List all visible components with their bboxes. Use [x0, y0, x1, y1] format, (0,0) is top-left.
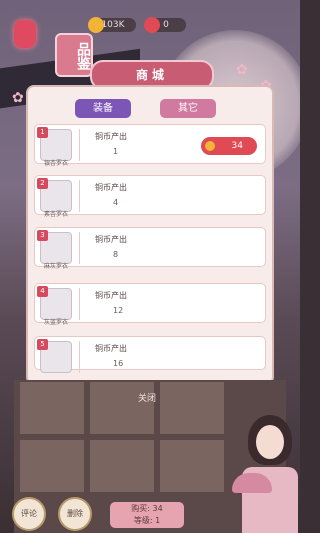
info-line: 等级: 1 — [133, 516, 161, 525]
item-badge: 5 — [37, 339, 48, 350]
grid-slot[interactable] — [160, 440, 224, 492]
fan-icon — [232, 473, 272, 493]
item-label: 铜币产出 — [95, 344, 127, 353]
grid-slot[interactable] — [90, 440, 154, 492]
item-name: 麻灰罗衣 — [43, 263, 68, 270]
item-value: 8 — [113, 250, 119, 259]
item-name: 素杏罗衣 — [43, 211, 68, 218]
grid-slot[interactable] — [90, 382, 154, 434]
item-badge: 2 — [37, 178, 48, 189]
item-value: 1 — [113, 147, 119, 156]
item-divider — [79, 129, 80, 161]
list-item[interactable]: 4 灰蓝罗衣 铜币产出 12 — [34, 283, 266, 326]
item-badge: 3 — [37, 230, 48, 241]
grid-slot[interactable] — [20, 382, 84, 434]
item-divider — [79, 341, 80, 373]
tab-equipment[interactable]: 装备 — [75, 99, 131, 118]
lantern-icon — [14, 20, 36, 48]
tab-other[interactable]: 其它 — [160, 99, 216, 118]
item-label: 铜币产出 — [95, 235, 127, 244]
item-name: 银杏罗衣 — [43, 160, 68, 167]
coin-counter: 103K — [88, 17, 136, 33]
grid-slot[interactable] — [160, 382, 224, 434]
grid-slot[interactable] — [20, 440, 84, 492]
comment-button[interactable]: 评论 — [12, 497, 46, 531]
coin-icon — [88, 17, 104, 33]
item-value: 12 — [113, 306, 124, 315]
heart-counter: 0 — [144, 17, 186, 33]
heart-icon — [144, 17, 160, 33]
list-item[interactable]: 2 素杏罗衣 铜币产出 4 — [34, 175, 266, 218]
game-scene: 103K 0 品鉴 ✿ ✿ ✿ 商城 装备 其它 1 银杏罗衣 铜币产出 1 3… — [0, 0, 300, 533]
item-value: 4 — [113, 198, 119, 207]
info-bar: 购买: 34 等级: 1 — [110, 502, 184, 528]
list-item[interactable]: 1 银杏罗衣 铜币产出 1 34 — [34, 124, 266, 167]
item-divider — [79, 232, 80, 264]
seal-badge[interactable]: 品鉴 — [55, 33, 93, 77]
item-label: 铜币产出 — [95, 291, 127, 300]
item-badge: 4 — [37, 286, 48, 297]
item-badge: 1 — [37, 127, 48, 138]
item-divider — [79, 288, 80, 320]
delete-button[interactable]: 删除 — [58, 497, 92, 531]
list-item[interactable]: 5 铜币产出 16 — [34, 336, 266, 373]
list-item[interactable]: 3 麻灰罗衣 铜币产出 8 — [34, 227, 266, 270]
item-label: 铜币产出 — [95, 132, 127, 141]
character-portrait — [232, 415, 300, 533]
item-divider — [79, 180, 80, 212]
blossom-icon: ✿ — [12, 90, 24, 106]
coin-icon — [205, 141, 215, 151]
info-line: 购买: 34 — [131, 504, 163, 513]
item-label: 铜币产出 — [95, 183, 127, 192]
close-label[interactable]: 关闭 — [138, 391, 156, 404]
face — [256, 425, 284, 459]
coin-value: 103K — [101, 20, 125, 30]
item-name: 灰蓝罗衣 — [43, 319, 68, 326]
buy-price: 34 — [231, 141, 243, 151]
heart-value: 0 — [163, 20, 169, 30]
blossom-icon: ✿ — [236, 62, 248, 78]
item-value: 16 — [113, 359, 124, 368]
buy-button[interactable]: 34 — [201, 137, 257, 155]
